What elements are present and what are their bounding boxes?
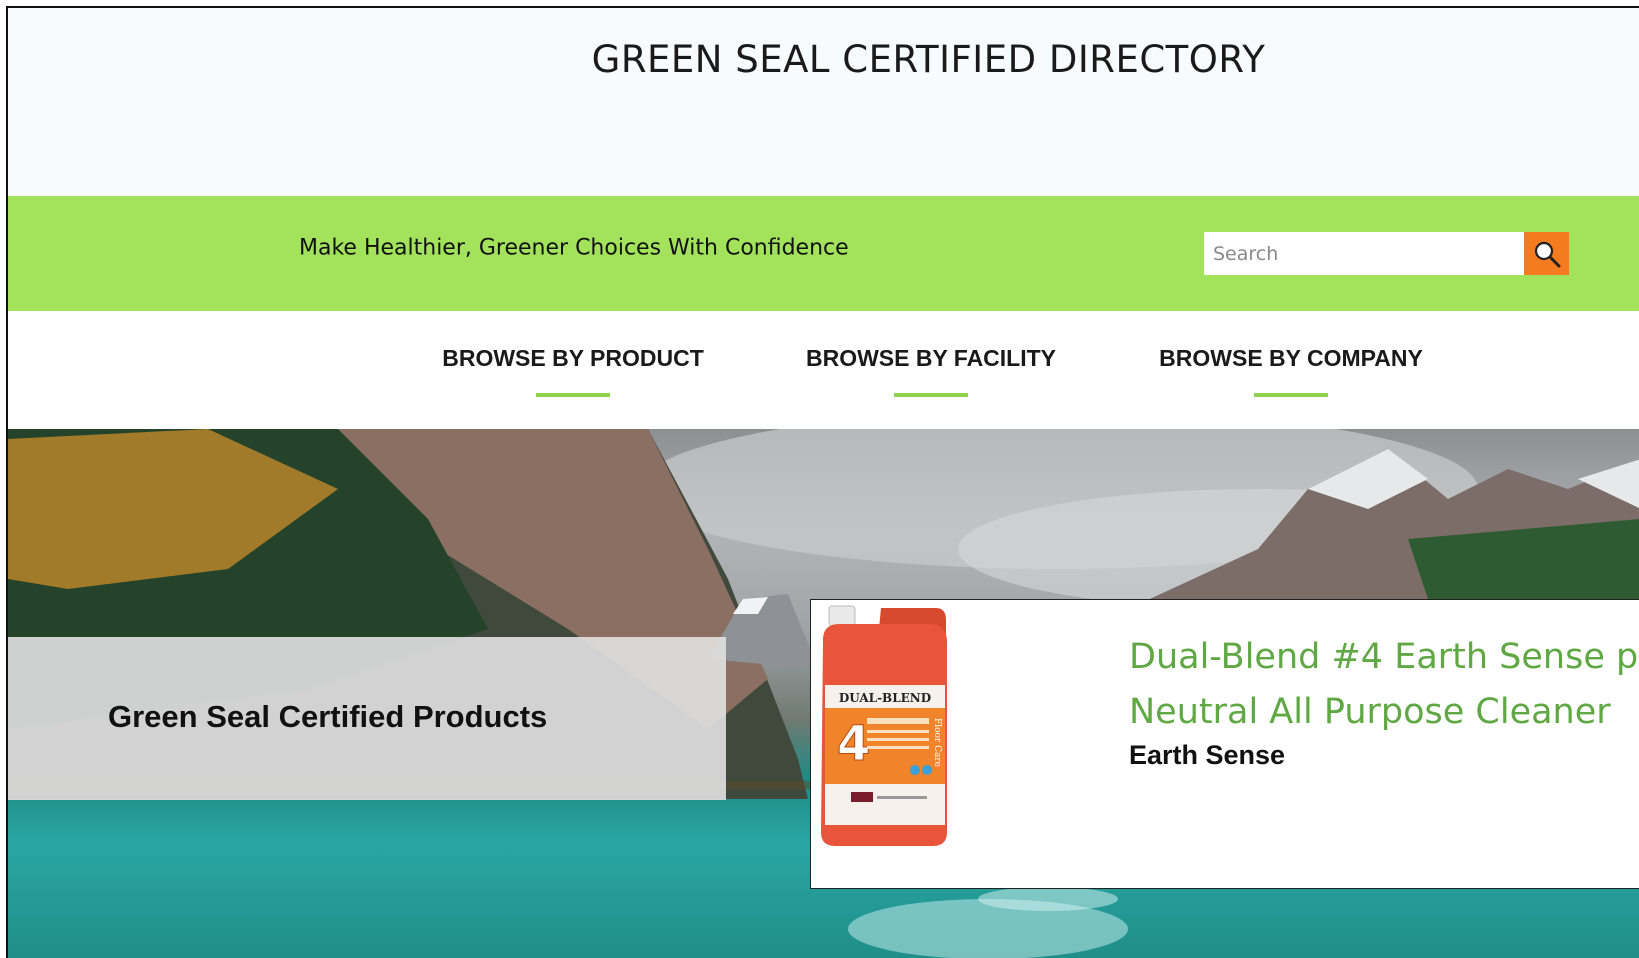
hero-landscape: Green Seal Certified Products DUAL-BLEND… bbox=[8, 429, 1639, 958]
nav-browse-by-product[interactable]: BROWSE BY PRODUCT bbox=[442, 345, 704, 372]
product-bottle-image: DUAL-BLEND 4 Floor Care bbox=[821, 605, 947, 846]
nav-underline bbox=[894, 393, 968, 397]
featured-product-card[interactable]: DUAL-BLEND 4 Floor Care Dual-Blend #4 Ea… bbox=[810, 599, 1639, 889]
bottle-number-text: 4 bbox=[837, 716, 870, 772]
nav-browse-by-company[interactable]: BROWSE BY COMPANY bbox=[1159, 345, 1423, 372]
magnifier-icon bbox=[1534, 241, 1560, 267]
browse-nav: BROWSE BY PRODUCT BROWSE BY FACILITY BRO… bbox=[8, 311, 1639, 429]
nav-underline bbox=[536, 393, 610, 397]
page-frame: GREEN SEAL CERTIFIED DIRECTORY Make Heal… bbox=[6, 6, 1639, 958]
nav-browse-by-facility[interactable]: BROWSE BY FACILITY bbox=[806, 345, 1056, 372]
green-banner: Make Healthier, Greener Choices With Con… bbox=[8, 196, 1639, 311]
search-input[interactable] bbox=[1204, 232, 1524, 275]
search-button[interactable] bbox=[1524, 232, 1569, 275]
products-panel: Green Seal Certified Products bbox=[8, 637, 726, 800]
product-company: Earth Sense bbox=[1129, 740, 1286, 770]
nav-underline bbox=[1254, 393, 1328, 397]
products-heading: Green Seal Certified Products bbox=[108, 699, 548, 734]
bottle-category-text: Floor Care bbox=[932, 718, 942, 767]
tagline: Make Healthier, Greener Choices With Con… bbox=[299, 235, 849, 261]
product-name-link[interactable]: Dual-Blend #4 Earth Sense pH Neutral All… bbox=[1129, 630, 1639, 740]
site-title: GREEN SEAL CERTIFIED DIRECTORY bbox=[591, 38, 1266, 81]
bottle-brand-text: DUAL-BLEND bbox=[839, 691, 931, 705]
